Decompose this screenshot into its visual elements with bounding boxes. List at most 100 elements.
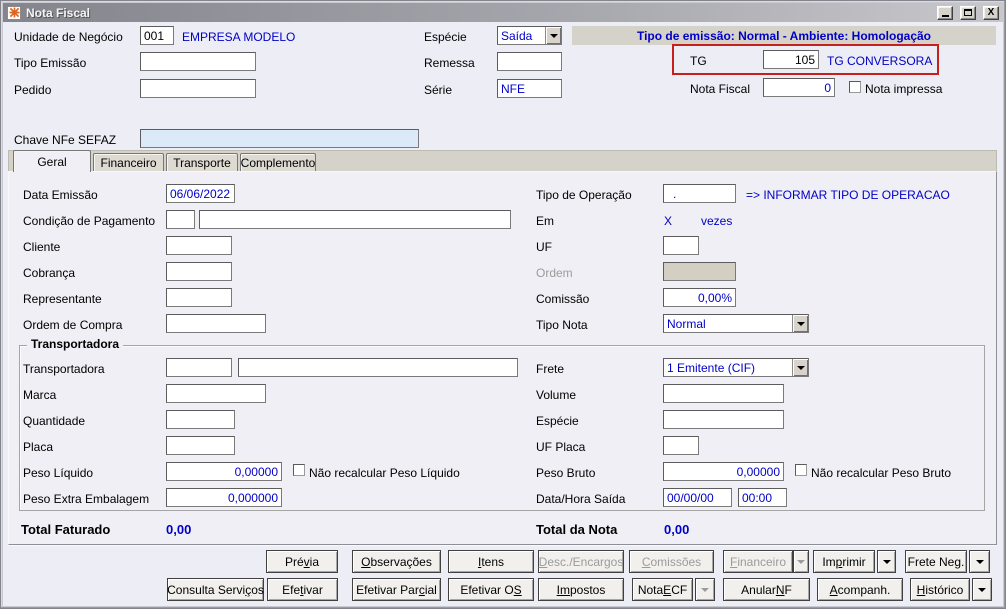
emission-environment-banner: Tipo de emissão: Normal - Ambiente: Homo… bbox=[572, 26, 996, 45]
condicao-pagamento-desc-input[interactable] bbox=[199, 210, 511, 229]
acompanh-button[interactable]: Acompanh. bbox=[817, 578, 903, 601]
ordem-label: Ordem bbox=[536, 266, 573, 280]
frete-dropdown-arrow[interactable] bbox=[792, 359, 808, 376]
quantidade-input[interactable] bbox=[166, 410, 235, 429]
nota-fiscal-input[interactable] bbox=[763, 78, 835, 97]
chevron-down-icon bbox=[796, 321, 805, 326]
empresa-nome: EMPRESA MODELO bbox=[182, 30, 296, 44]
title-bar: Nota Fiscal X bbox=[3, 3, 1003, 22]
imprimir-dropdown-arrow[interactable] bbox=[877, 550, 896, 573]
data-emissao-label: Data Emissão bbox=[23, 188, 98, 202]
tipo-operacao-input[interactable] bbox=[663, 184, 736, 203]
app-icon bbox=[7, 5, 21, 20]
nota-impressa-label: Nota impressa bbox=[865, 82, 943, 96]
close-button[interactable]: X bbox=[983, 5, 999, 20]
efetivar-parcial-button[interactable]: Efetivar Par c ial bbox=[352, 578, 441, 601]
nota-ecf-button[interactable]: Nota E CF bbox=[632, 578, 693, 601]
comissao-input[interactable] bbox=[663, 288, 736, 307]
nota-fiscal-window: Nota Fiscal X Unidade de Negócio EMPRESA… bbox=[0, 0, 1006, 609]
nota-impressa-checkbox[interactable] bbox=[849, 81, 861, 93]
comissoes-button[interactable]: Comissões bbox=[629, 550, 714, 573]
frete-neg-button[interactable]: Frete Ne g. bbox=[905, 550, 967, 573]
maximize-button[interactable] bbox=[960, 5, 976, 20]
historico-dropdown-arrow[interactable] bbox=[972, 578, 992, 601]
cobranca-input[interactable] bbox=[166, 262, 232, 281]
pedido-label: Pedido bbox=[14, 83, 52, 97]
tab-geral[interactable]: Geral bbox=[13, 150, 91, 172]
tab-transporte[interactable]: Transporte bbox=[166, 153, 238, 172]
tg-input[interactable] bbox=[763, 50, 819, 69]
tipo-nota-select[interactable]: Normal bbox=[663, 314, 809, 333]
nao-recalcular-peso-liquido-checkbox[interactable] bbox=[293, 464, 305, 476]
data-saida-input[interactable] bbox=[663, 488, 732, 507]
tab-complemento[interactable]: Complemento bbox=[240, 153, 316, 172]
anular-nf-button[interactable]: Anular NF bbox=[723, 578, 810, 601]
itens-button[interactable]: Itens bbox=[448, 550, 534, 573]
transportadora-label: Transportadora bbox=[23, 362, 105, 376]
tg-descricao: TG CONVERSORA bbox=[827, 54, 933, 68]
financeiro-button[interactable]: Financeiro bbox=[723, 550, 793, 573]
remessa-input[interactable] bbox=[497, 52, 562, 71]
tipo-emissao-input[interactable] bbox=[140, 52, 256, 71]
marca-label: Marca bbox=[23, 388, 57, 402]
consulta-servicos-button[interactable]: Consulta Servi ç os bbox=[167, 578, 264, 601]
cliente-input[interactable] bbox=[166, 236, 232, 255]
frete-neg-dropdown-arrow[interactable] bbox=[969, 550, 990, 573]
frete-select[interactable]: 1 Emitente (CIF) bbox=[663, 358, 809, 377]
tipo-nota-dropdown-arrow[interactable] bbox=[792, 315, 808, 332]
minimize-button[interactable] bbox=[937, 5, 953, 20]
especie-label: Espécie bbox=[424, 30, 467, 44]
chave-nfe-input[interactable] bbox=[140, 129, 419, 148]
hora-saida-input[interactable] bbox=[738, 488, 787, 507]
imprimir-button[interactable]: Im p rimir bbox=[813, 550, 875, 573]
uf-placa-label: UF Placa bbox=[536, 440, 586, 454]
peso-extra-input[interactable] bbox=[166, 488, 282, 507]
observacoes-button[interactable]: Observações bbox=[352, 550, 441, 573]
representante-input[interactable] bbox=[166, 288, 232, 307]
unidade-input[interactable] bbox=[140, 26, 174, 45]
especie-transporte-input[interactable] bbox=[663, 410, 784, 429]
ordem-compra-input[interactable] bbox=[166, 314, 266, 333]
especie-transporte-label: Espécie bbox=[536, 414, 579, 428]
transportadora-desc-input[interactable] bbox=[238, 358, 518, 377]
tipo-emissao-label: Tipo Emissão bbox=[14, 56, 87, 70]
previa-button[interactable]: Pré v ia bbox=[266, 550, 338, 573]
uf-label: UF bbox=[536, 240, 552, 254]
especie-dropdown-arrow[interactable] bbox=[545, 27, 561, 44]
comissao-label: Comissão bbox=[536, 292, 590, 306]
tab-panel-geral: Data Emissão Condição de Pagamento Clien… bbox=[8, 171, 997, 545]
peso-liquido-input[interactable] bbox=[166, 462, 282, 481]
tab-financeiro[interactable]: Financeiro bbox=[93, 153, 164, 172]
representante-label: Representante bbox=[23, 292, 102, 306]
chevron-down-icon bbox=[549, 33, 558, 38]
condicao-pagamento-code-input[interactable] bbox=[166, 210, 195, 229]
serie-input[interactable] bbox=[497, 79, 562, 98]
marca-input[interactable] bbox=[166, 384, 266, 403]
total-faturado-label: Total Faturado bbox=[21, 522, 111, 537]
efetivar-button[interactable]: Efe t ivar bbox=[267, 578, 338, 601]
efetivar-os-button[interactable]: Efetivar OS bbox=[448, 578, 534, 601]
chevron-down-icon bbox=[796, 365, 805, 370]
financeiro-dropdown-arrow[interactable] bbox=[793, 550, 809, 573]
placa-input[interactable] bbox=[166, 436, 235, 455]
historico-button[interactable]: Histórico bbox=[910, 578, 970, 601]
placa-label: Placa bbox=[23, 440, 54, 454]
tipo-operacao-hint: => INFORMAR TIPO DE OPERACAO bbox=[746, 188, 950, 202]
window-title: Nota Fiscal bbox=[26, 5, 91, 20]
uf-placa-input[interactable] bbox=[663, 436, 699, 455]
desc-encargos-button[interactable]: Desc./Encargos bbox=[538, 550, 624, 573]
transportadora-code-input[interactable] bbox=[166, 358, 232, 377]
chevron-down-icon bbox=[701, 587, 709, 592]
uf-input[interactable] bbox=[663, 236, 699, 255]
data-emissao-input[interactable] bbox=[166, 184, 235, 203]
volume-input[interactable] bbox=[663, 384, 784, 403]
nao-recalcular-peso-liquido-label: Não recalcular Peso Líquido bbox=[309, 466, 460, 480]
especie-select[interactable]: Saída bbox=[497, 26, 562, 45]
nota-ecf-dropdown-arrow[interactable] bbox=[695, 578, 715, 601]
nao-recalcular-peso-bruto-checkbox[interactable] bbox=[795, 464, 807, 476]
nota-fiscal-label: Nota Fiscal bbox=[690, 82, 751, 96]
peso-bruto-input[interactable] bbox=[663, 462, 784, 481]
impostos-button[interactable]: Im postos bbox=[538, 578, 624, 601]
em-label: Em bbox=[536, 214, 554, 228]
pedido-input[interactable] bbox=[140, 79, 256, 98]
